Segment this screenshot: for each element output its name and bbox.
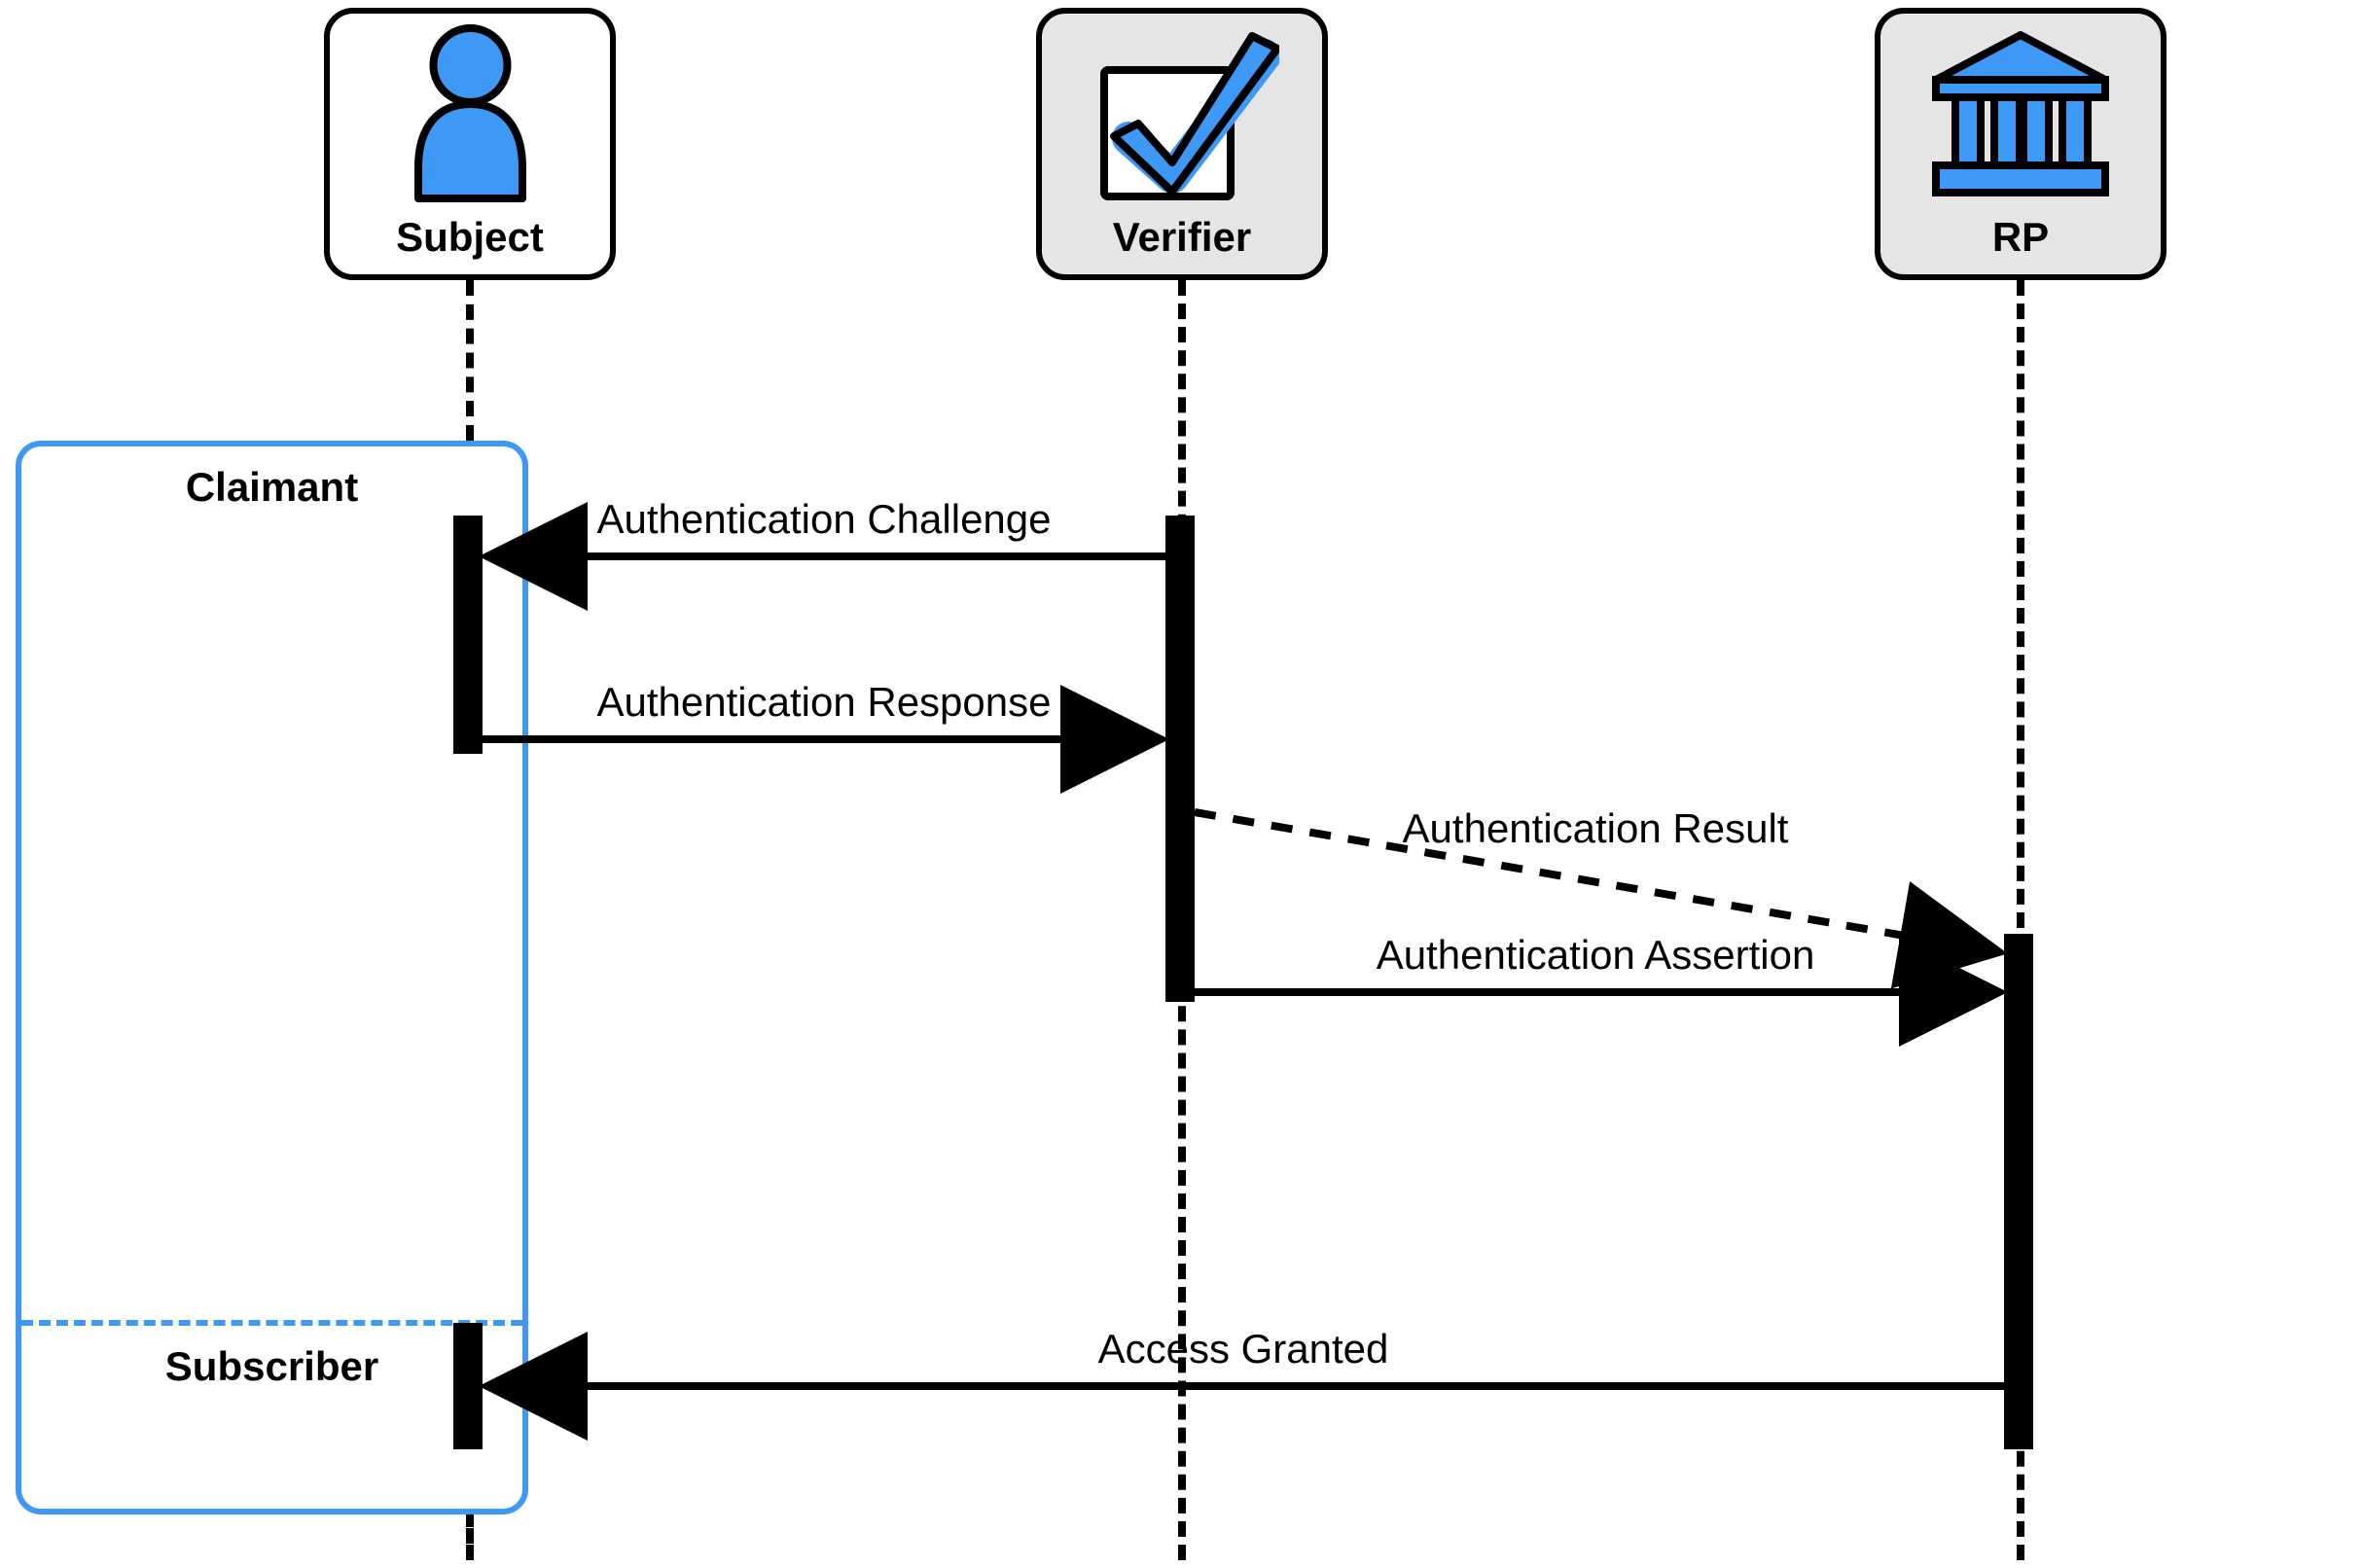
actor-subject-label: Subject — [396, 214, 544, 261]
actor-verifier-label: Verifier — [1113, 214, 1251, 261]
actor-verifier: Verifier — [1036, 8, 1328, 280]
lifeline-subject-lower — [466, 1512, 474, 1560]
actor-rp: RP — [1875, 8, 2166, 280]
label-auth-challenge: Authentication Challenge — [596, 496, 1051, 543]
actor-subject: Subject — [324, 8, 616, 280]
lifeline-rp — [2017, 280, 2024, 1560]
actor-rp-label: RP — [1992, 214, 2049, 261]
label-auth-result: Authentication Result — [1403, 805, 1789, 852]
institution-icon — [1880, 14, 2161, 214]
label-auth-assertion: Authentication Assertion — [1377, 932, 1815, 979]
label-access-granted: Access Granted — [1098, 1326, 1389, 1372]
person-icon — [330, 14, 610, 214]
activation-claimant-label: Claimant — [21, 464, 522, 511]
lifeline-subject — [466, 280, 474, 441]
checkmark-icon — [1042, 14, 1322, 214]
activation-subject: Claimant Subscriber — [16, 441, 528, 1515]
activation-subscriber-label: Subscriber — [21, 1343, 522, 1390]
activation-divider — [21, 1320, 522, 1326]
label-auth-response: Authentication Response — [597, 679, 1052, 726]
sequence-diagram: Subject Verifier RP — [0, 0, 2363, 1568]
